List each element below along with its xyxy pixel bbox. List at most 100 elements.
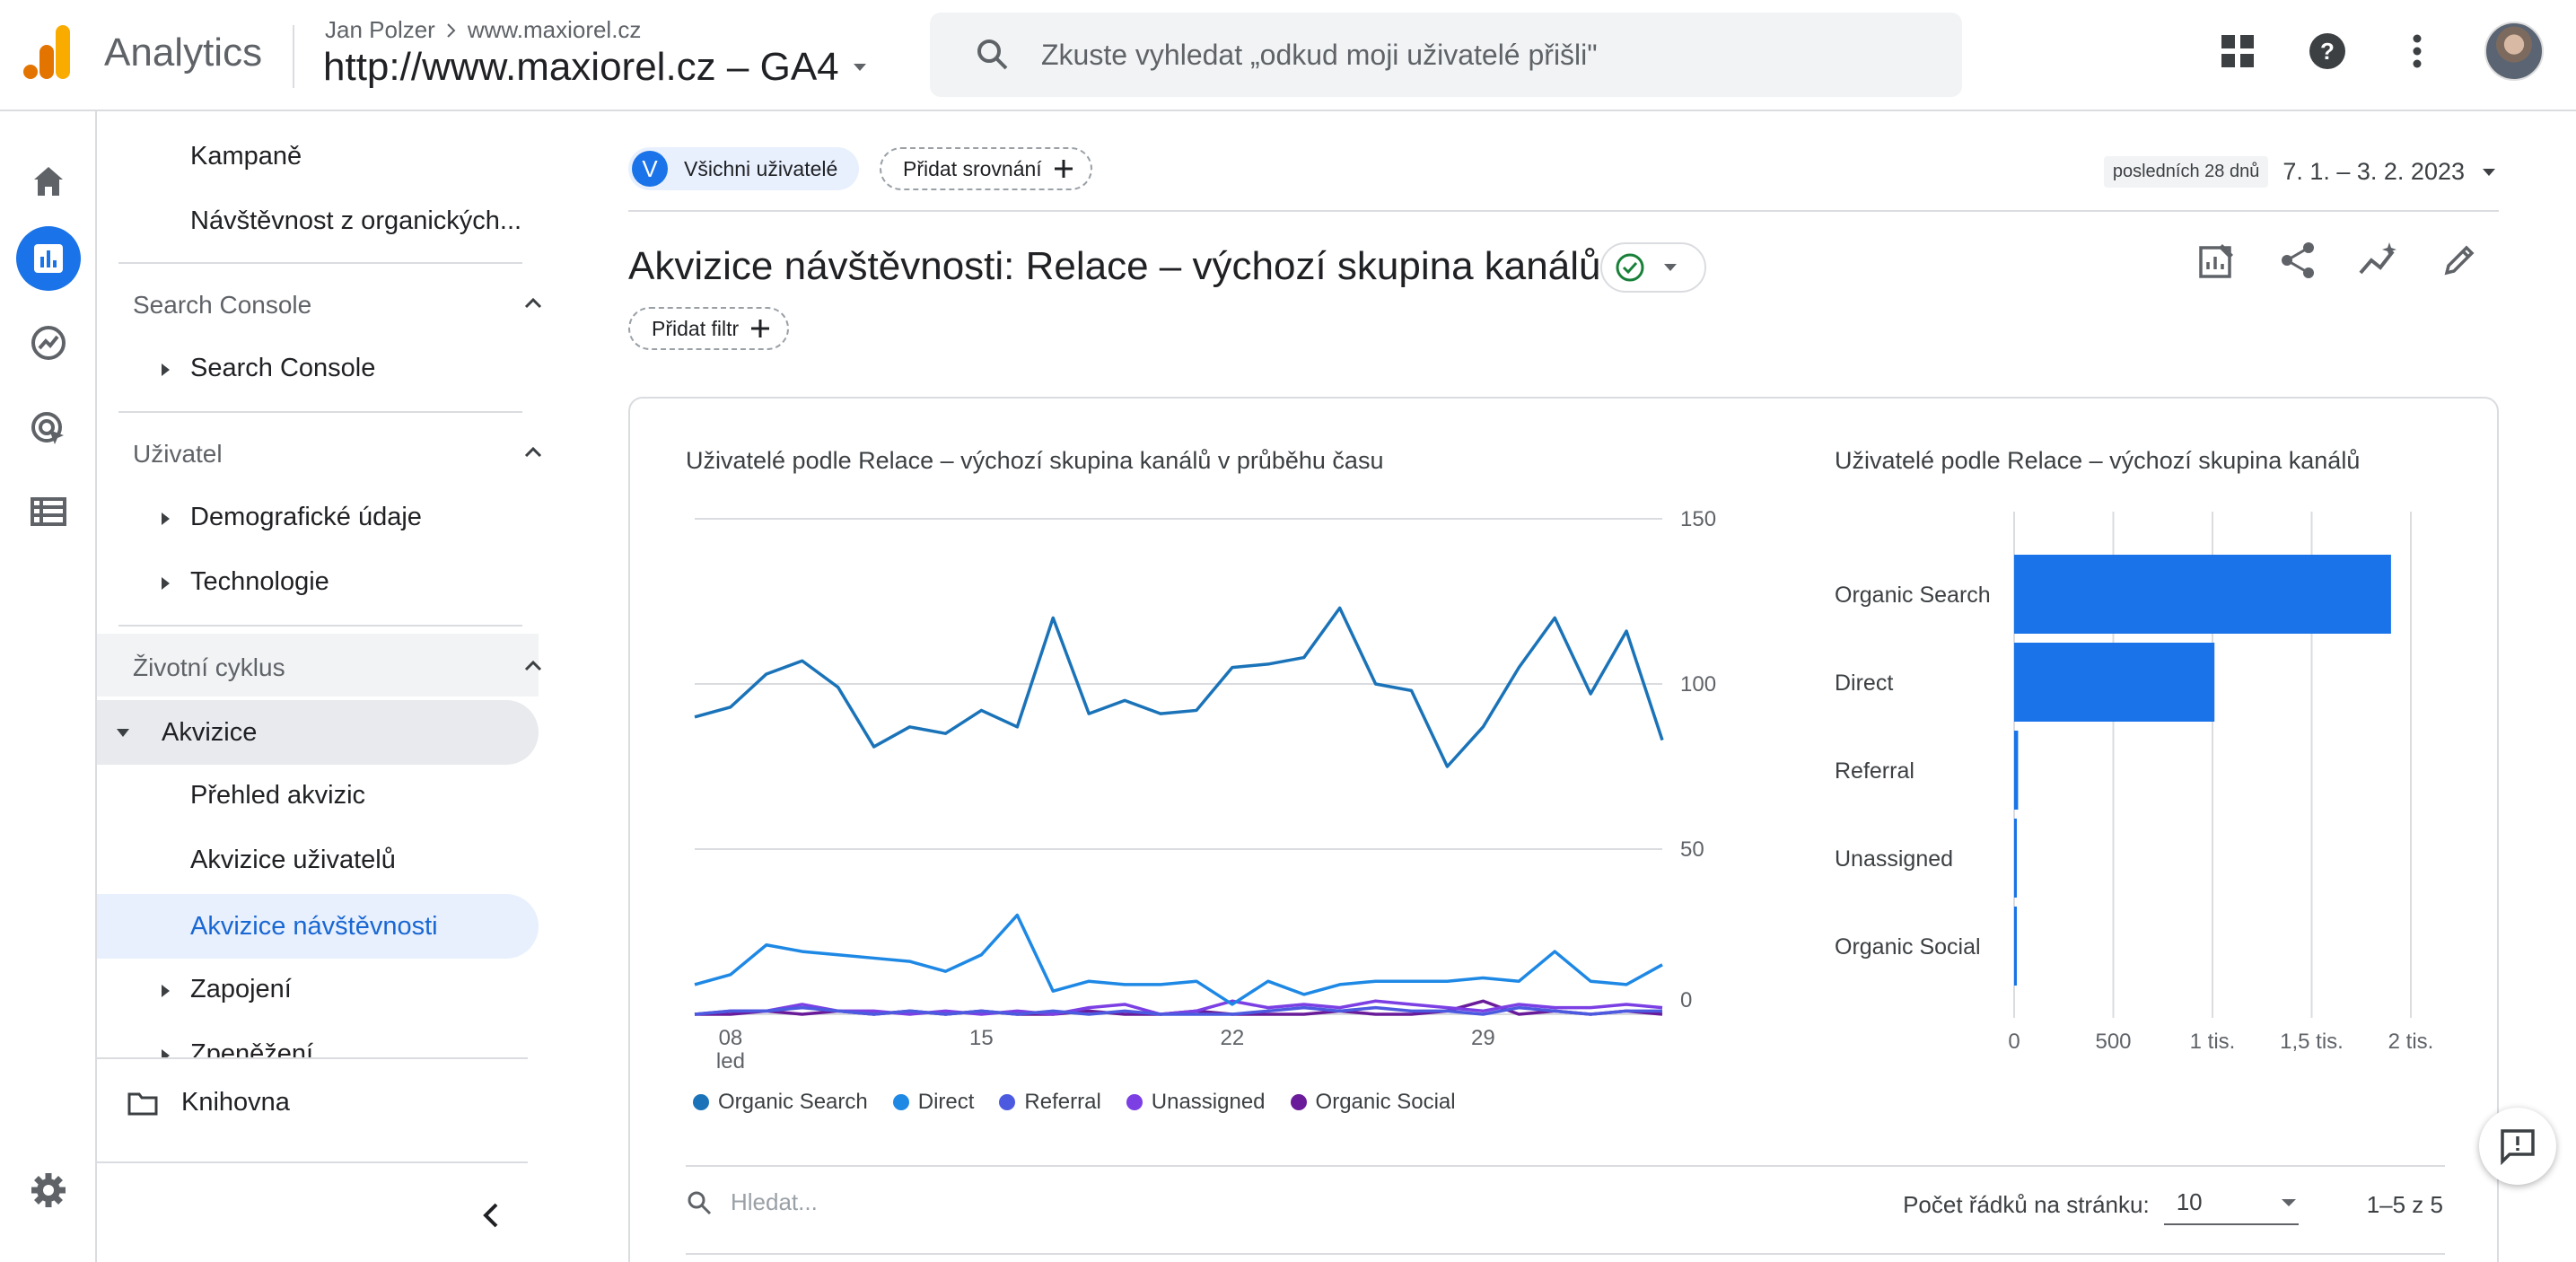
apps-grid-icon[interactable] bbox=[2215, 29, 2260, 74]
x-tick-label: 22 bbox=[1221, 1026, 1245, 1050]
legend-item[interactable]: Unassigned bbox=[1126, 1090, 1266, 1115]
reports-icon[interactable] bbox=[16, 226, 81, 291]
nav-item-acquisition[interactable]: Akvizice bbox=[97, 700, 539, 765]
header-divider bbox=[293, 25, 294, 88]
caret-down-icon bbox=[117, 729, 129, 737]
nav-item-acquisition-overview[interactable]: Přehled akvizic bbox=[190, 781, 365, 811]
caret-right-icon bbox=[162, 577, 170, 590]
section-user[interactable]: Uživatel bbox=[133, 440, 582, 469]
insights-icon[interactable] bbox=[2357, 239, 2400, 282]
caret-down-icon bbox=[2281, 1198, 2296, 1206]
nav-item-demographics[interactable]: Demografické údaje bbox=[162, 503, 521, 532]
property-name: http://www.maxiorel.cz – GA4 bbox=[323, 45, 839, 89]
explore-icon[interactable] bbox=[16, 311, 81, 375]
add-filter-button[interactable]: Přidat filtr bbox=[628, 307, 790, 350]
y-tick-label: 50 bbox=[1680, 837, 1704, 862]
breadcrumb[interactable]: Jan Polzer www.maxiorel.cz bbox=[325, 16, 641, 44]
divider bbox=[97, 1057, 528, 1059]
configure-list-icon[interactable] bbox=[16, 479, 81, 544]
legend-swatch bbox=[1290, 1094, 1307, 1110]
search-icon bbox=[688, 1191, 712, 1214]
segment-chip[interactable]: V Všichni uživatelé bbox=[628, 147, 860, 190]
plus-icon bbox=[751, 320, 770, 337]
more-vert-icon[interactable] bbox=[2395, 29, 2440, 74]
legend-item[interactable]: Referral bbox=[999, 1090, 1101, 1115]
bar-chart: 0 500 1 tis. 1,5 tis. 2 tis. Organic Search Di… bbox=[1835, 512, 2433, 1054]
nav-item-user-acquisition[interactable]: Akvizice uživatelů bbox=[190, 846, 396, 875]
section-lifecycle[interactable]: Životní cyklus bbox=[133, 653, 582, 682]
chevron-left-icon bbox=[483, 1203, 498, 1228]
report-status-chip[interactable] bbox=[1600, 242, 1706, 293]
date-range-picker[interactable]: posledních 28 dnů 7. 1. – 3. 2. 2023 bbox=[2103, 156, 2499, 188]
bar bbox=[2014, 819, 2017, 898]
nav-item-campaigns[interactable]: Kampaně bbox=[190, 142, 302, 171]
analytics-logo-icon[interactable] bbox=[23, 25, 72, 81]
bar-category-label: Organic Social bbox=[1835, 934, 1981, 960]
report-actions bbox=[2195, 239, 2481, 282]
caret-right-icon bbox=[162, 985, 170, 997]
caret-down-icon bbox=[1664, 264, 1677, 271]
table-search-placeholder: Hledat... bbox=[731, 1188, 818, 1215]
table-header-divider bbox=[686, 1253, 2445, 1255]
feedback-button[interactable] bbox=[2479, 1108, 2556, 1185]
nav-item-organic-traffic[interactable]: Návštěvnost z organických... bbox=[190, 206, 521, 236]
pagination-text: 1–5 z 5 bbox=[2366, 1191, 2443, 1218]
property-selector[interactable]: http://www.maxiorel.cz – GA4 bbox=[323, 45, 870, 90]
nav-label: Zapojení bbox=[190, 975, 292, 1003]
nav-panel: Kampaně Návštěvnost z organických... Sea… bbox=[97, 111, 546, 1262]
collapse-nav-button[interactable] bbox=[474, 1197, 510, 1233]
divider bbox=[118, 262, 522, 264]
legend-item[interactable]: Organic Social bbox=[1290, 1090, 1456, 1115]
nav-item-traffic-acquisition[interactable]: Akvizice návštěvnosti bbox=[97, 894, 539, 959]
edit-pencil-icon[interactable] bbox=[2438, 239, 2481, 282]
legend-swatch bbox=[999, 1094, 1016, 1110]
add-comparison-button[interactable]: Přidat srovnání bbox=[880, 147, 1092, 190]
bar bbox=[2014, 555, 2391, 634]
breadcrumb-site: www.maxiorel.cz bbox=[467, 16, 642, 43]
chevron-up-icon bbox=[524, 297, 542, 309]
section-search-console[interactable]: Search Console bbox=[133, 291, 582, 320]
caret-down-icon bbox=[853, 64, 866, 71]
legend-item[interactable]: Direct bbox=[892, 1090, 974, 1115]
x-tick-label: 1,5 tis. bbox=[2280, 1030, 2344, 1054]
divider bbox=[97, 1161, 528, 1163]
segment-label: Všichni uživatelé bbox=[684, 156, 838, 180]
nav-item-search-console[interactable]: Search Console bbox=[162, 354, 521, 383]
avatar[interactable] bbox=[2484, 22, 2544, 81]
chevron-up-icon bbox=[524, 446, 542, 458]
divider bbox=[118, 625, 522, 627]
x-tick-sublabel: led bbox=[716, 1049, 745, 1072]
left-rail bbox=[0, 111, 97, 1262]
help-icon[interactable]: ? bbox=[2305, 29, 2350, 74]
settings-gear-icon[interactable] bbox=[16, 1158, 81, 1223]
bar-category-label: Unassigned bbox=[1835, 846, 1953, 872]
nav-item-monetization[interactable]: Zpeněžení bbox=[162, 1039, 521, 1057]
series-line-organic-search bbox=[694, 606, 1664, 768]
bar bbox=[2014, 731, 2019, 810]
customize-report-icon[interactable] bbox=[2195, 239, 2239, 282]
section-label: Search Console bbox=[133, 291, 312, 319]
breadcrumb-account: Jan Polzer bbox=[325, 16, 435, 43]
check-circle-icon bbox=[1616, 253, 1644, 282]
home-icon[interactable] bbox=[16, 149, 81, 214]
share-icon[interactable] bbox=[2276, 239, 2319, 282]
legend-item[interactable]: Organic Search bbox=[693, 1090, 868, 1115]
nav-label: Knihovna bbox=[181, 1088, 290, 1117]
advertising-icon[interactable] bbox=[16, 397, 81, 461]
date-range-label: posledních 28 dnů bbox=[2103, 156, 2269, 188]
segment-letter: V bbox=[632, 151, 668, 187]
x-tick-label: 15 bbox=[969, 1026, 994, 1050]
legend-label: Referral bbox=[1024, 1090, 1101, 1114]
top-actions: ? bbox=[2215, 22, 2544, 81]
nav-item-technology[interactable]: Technologie bbox=[162, 567, 521, 597]
table-divider bbox=[686, 1165, 2445, 1167]
rows-per-page-select[interactable]: 10 bbox=[2163, 1185, 2299, 1225]
search-bar[interactable]: Zkuste vyhledat „odkud moji uživatelé př… bbox=[930, 13, 1962, 97]
table-search[interactable]: Hledat... bbox=[686, 1188, 818, 1216]
nav-item-library[interactable]: Knihovna bbox=[127, 1088, 290, 1117]
rows-per-page-value: 10 bbox=[2176, 1188, 2203, 1215]
line-chart-legend: Organic Search Direct Referral Unassigned Or… bbox=[693, 1090, 1456, 1115]
nav-item-engagement[interactable]: Zapojení bbox=[162, 975, 521, 1004]
bar-category-label: Direct bbox=[1835, 670, 1893, 696]
legend-label: Unassigned bbox=[1151, 1090, 1266, 1114]
